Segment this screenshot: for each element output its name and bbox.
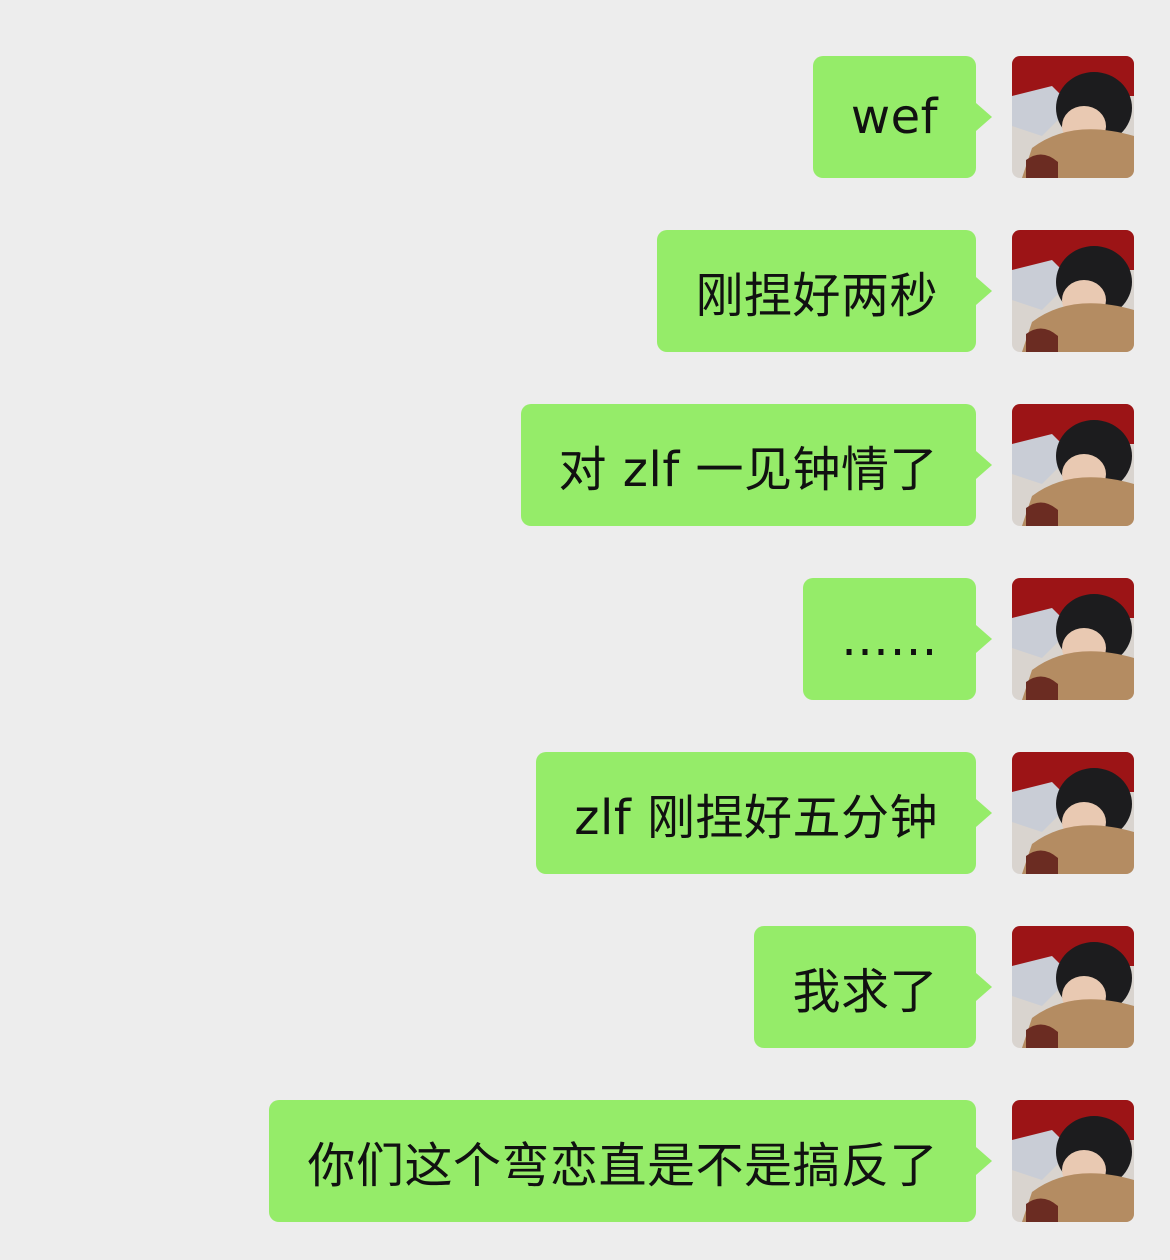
bubble-tail — [976, 625, 992, 653]
bubble-tail — [976, 103, 992, 131]
avatar[interactable] — [1012, 926, 1134, 1048]
message-row: zlf 刚捏好五分钟 — [536, 752, 1134, 874]
avatar[interactable] — [1012, 404, 1134, 526]
message-bubble[interactable]: 我求了 — [754, 926, 992, 1048]
message-row: wef — [812, 56, 1134, 178]
message-row: 对 zlf 一见钟情了 — [520, 404, 1134, 526]
avatar[interactable] — [1012, 56, 1134, 178]
avatar-photo-icon — [1012, 752, 1134, 874]
message-text: 我求了 — [792, 964, 938, 1020]
message-row: 我求了 — [754, 926, 1134, 1048]
message-row: 你们这个弯恋直是不是搞反了 — [269, 1100, 1134, 1222]
message-text: 刚捏好两秒 — [695, 268, 938, 324]
message-row: 刚捏好两秒 — [657, 230, 1134, 352]
avatar-photo-icon — [1012, 1100, 1134, 1222]
avatar-photo-icon — [1012, 926, 1134, 1048]
avatar[interactable] — [1012, 1100, 1134, 1222]
bubble-tail — [976, 1147, 992, 1175]
bubble-tail — [976, 799, 992, 827]
avatar-photo-icon — [1012, 56, 1134, 178]
avatar-photo-icon — [1012, 230, 1134, 352]
message-text: …… — [841, 611, 938, 667]
avatar[interactable] — [1012, 752, 1134, 874]
message-text: zlf 刚捏好五分钟 — [574, 790, 938, 846]
message-bubble[interactable]: 对 zlf 一见钟情了 — [520, 404, 992, 526]
message-bubble[interactable]: 你们这个弯恋直是不是搞反了 — [269, 1100, 992, 1222]
avatar-photo-icon — [1012, 404, 1134, 526]
message-bubble[interactable]: wef — [812, 56, 992, 178]
bubble-tail — [976, 973, 992, 1001]
avatar[interactable] — [1012, 230, 1134, 352]
bubble-tail — [976, 451, 992, 479]
message-text: 对 zlf 一见钟情了 — [558, 442, 938, 498]
message-row: …… — [803, 578, 1134, 700]
bubble-tail — [976, 277, 992, 305]
message-bubble[interactable]: zlf 刚捏好五分钟 — [536, 752, 992, 874]
message-text: 你们这个弯恋直是不是搞反了 — [307, 1138, 938, 1194]
message-bubble[interactable]: …… — [803, 578, 992, 700]
avatar-photo-icon — [1012, 578, 1134, 700]
message-text: wef — [850, 89, 938, 145]
avatar[interactable] — [1012, 578, 1134, 700]
message-bubble[interactable]: 刚捏好两秒 — [657, 230, 992, 352]
chat-message-list[interactable]: wef 刚捏好两秒 对 zlf 一见钟情了 …… zlf 刚捏好五分钟 我求了 … — [0, 0, 1170, 1260]
